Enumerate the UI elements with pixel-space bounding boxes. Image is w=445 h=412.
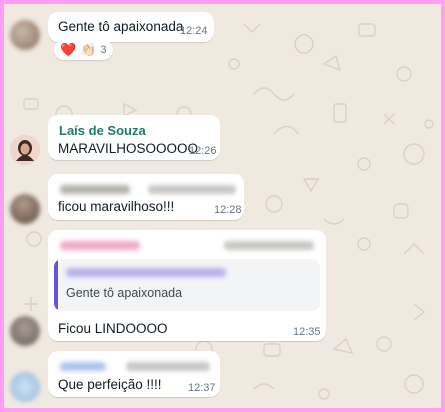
message-time: 12:37 xyxy=(188,382,216,394)
message-bubble[interactable]: Gente tô apaixonada 12:24 xyxy=(48,12,214,42)
sender-name-blurred xyxy=(60,185,130,194)
quoted-message[interactable]: Gente tô apaixonada xyxy=(54,259,320,311)
message-text: Ficou LINDOOOO xyxy=(58,321,168,336)
quote-accent-bar xyxy=(54,259,58,311)
sender-phone-blurred xyxy=(148,185,236,194)
reactions-pill[interactable]: ❤️ 👏🏻 3 xyxy=(54,40,113,60)
clapping-hands-icon: 👏🏻 xyxy=(80,42,97,57)
avatar[interactable] xyxy=(10,194,40,224)
message-text: ficou maravilhoso!!! xyxy=(58,199,175,214)
message-time: 12:28 xyxy=(214,204,242,216)
message-text: Gente tô apaixonada xyxy=(58,19,184,34)
sender-name-blurred xyxy=(60,241,140,250)
message-bubble[interactable]: Gente tô apaixonada Ficou LINDOOOO 12:35 xyxy=(48,230,326,341)
message-bubble[interactable]: Que perfeição !!!! 12:37 xyxy=(48,351,220,397)
chat-area[interactable]: Gente tô apaixonada 12:24 ❤️ 👏🏻 3 Laís d… xyxy=(4,4,441,408)
avatar[interactable] xyxy=(10,135,40,165)
avatar[interactable] xyxy=(10,316,40,346)
sender-phone-blurred xyxy=(224,241,314,250)
quoted-sender-blurred xyxy=(66,268,226,277)
message-time: 12:35 xyxy=(293,326,321,338)
message-time: 12:26 xyxy=(189,145,217,157)
reaction-count: 3 xyxy=(100,44,107,56)
message-bubble[interactable]: ficou maravilhoso!!! 12:28 xyxy=(48,174,244,220)
message-text: Que perfeição !!!! xyxy=(58,377,162,392)
sender-name-blurred xyxy=(60,362,106,371)
avatar[interactable] xyxy=(10,20,40,50)
avatar[interactable] xyxy=(10,372,40,402)
message-text: MARAVILHOSOOOOO xyxy=(58,141,199,156)
quoted-text: Gente tô apaixonada xyxy=(66,286,183,300)
sender-name[interactable]: Laís de Souza xyxy=(59,123,146,138)
heart-icon: ❤️ xyxy=(60,42,77,57)
avatar-photo xyxy=(10,135,40,165)
sender-phone-blurred xyxy=(126,362,210,371)
message-bubble[interactable]: Laís de Souza MARAVILHOSOOOOO 12:26 xyxy=(48,115,220,160)
message-time: 12:24 xyxy=(180,25,208,37)
